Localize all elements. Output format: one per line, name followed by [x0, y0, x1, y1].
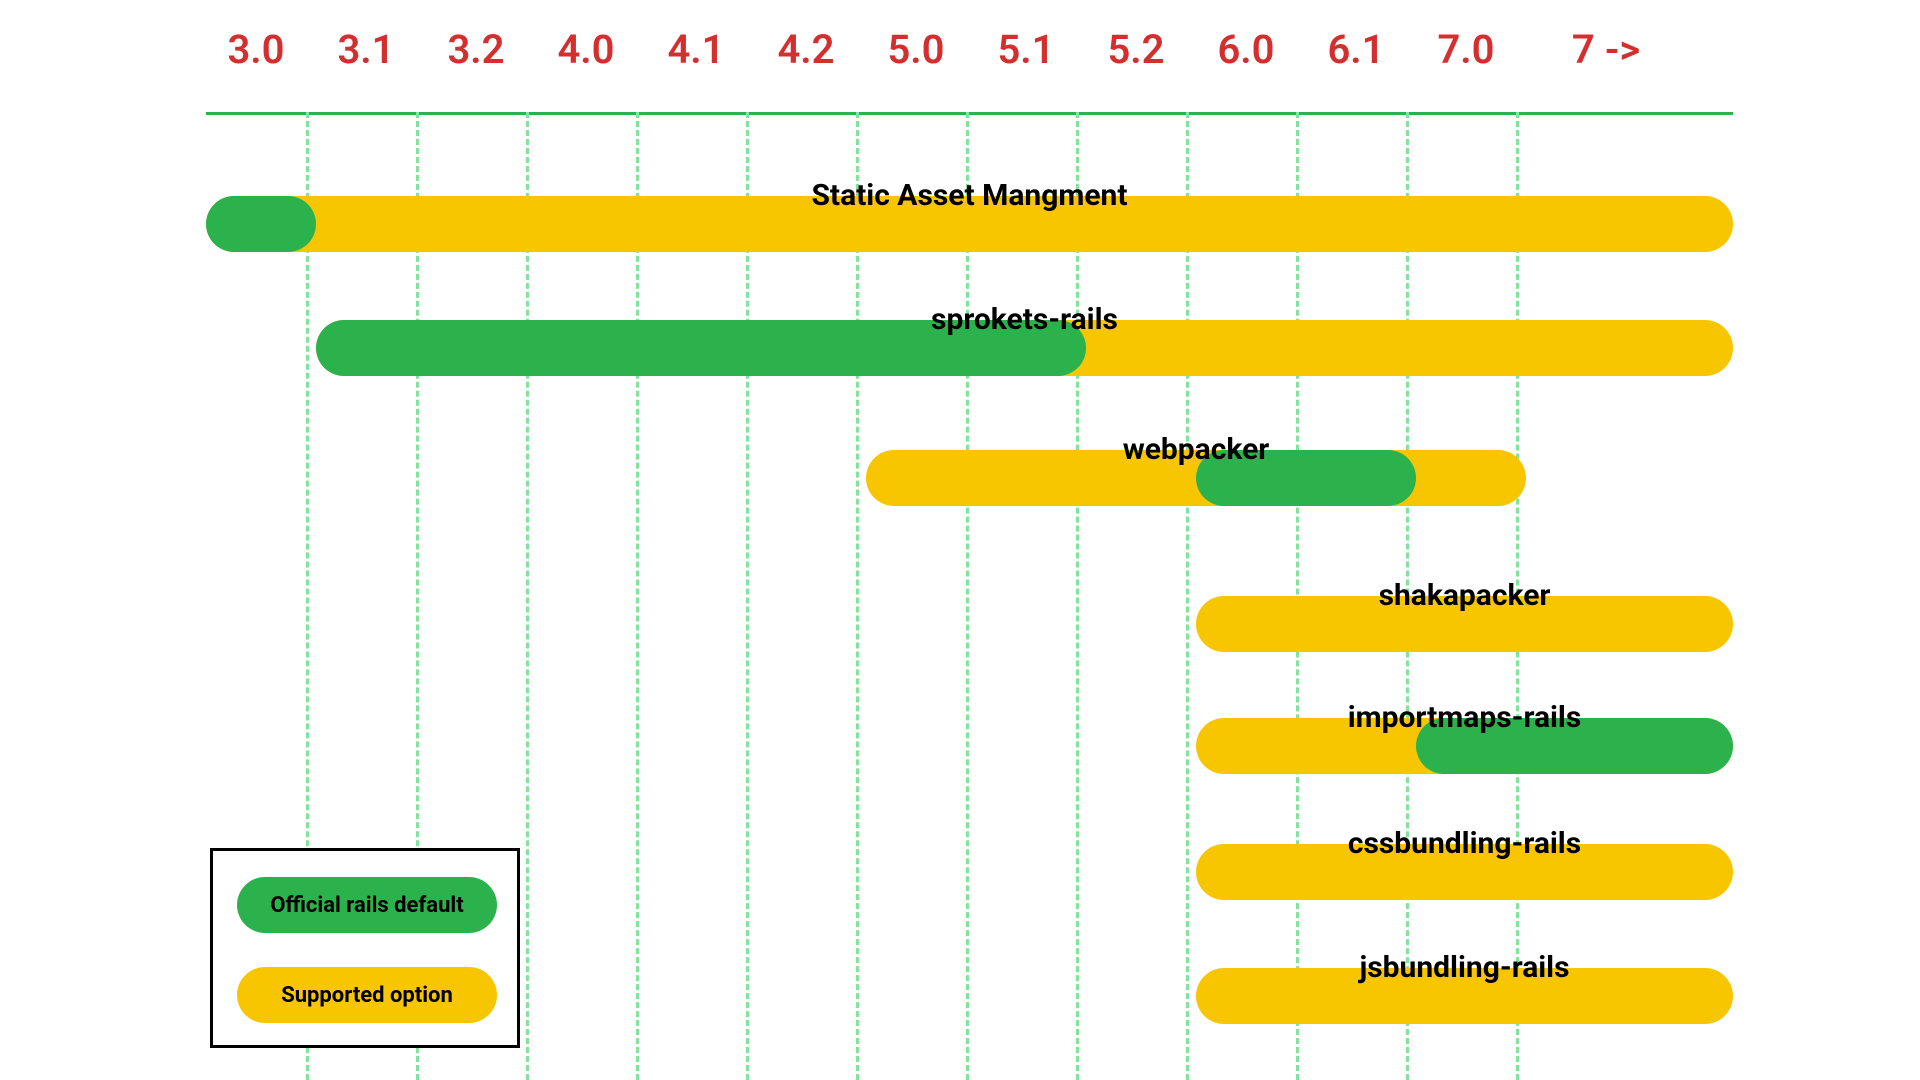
timeline-bar-default — [206, 196, 316, 252]
timeline-bar-default — [1416, 718, 1733, 774]
timeline-bar-supported — [1196, 596, 1733, 652]
legend-default-label: Official rails default — [270, 893, 463, 918]
legend-default-pill: Official rails default — [237, 877, 497, 933]
chart-canvas: 3.03.13.24.04.14.25.05.15.26.06.17.07 ->… — [0, 0, 1920, 1080]
timeline-bar-supported — [1196, 844, 1733, 900]
legend: Official rails default Supported option — [210, 848, 520, 1048]
timeline-bar-default — [1196, 450, 1416, 506]
timeline-bar-supported — [1196, 968, 1733, 1024]
timeline-bar-supported — [206, 196, 1733, 252]
timeline-bar-default — [316, 320, 1086, 376]
legend-supported-label: Supported option — [281, 983, 453, 1008]
legend-supported-pill: Supported option — [237, 967, 497, 1023]
